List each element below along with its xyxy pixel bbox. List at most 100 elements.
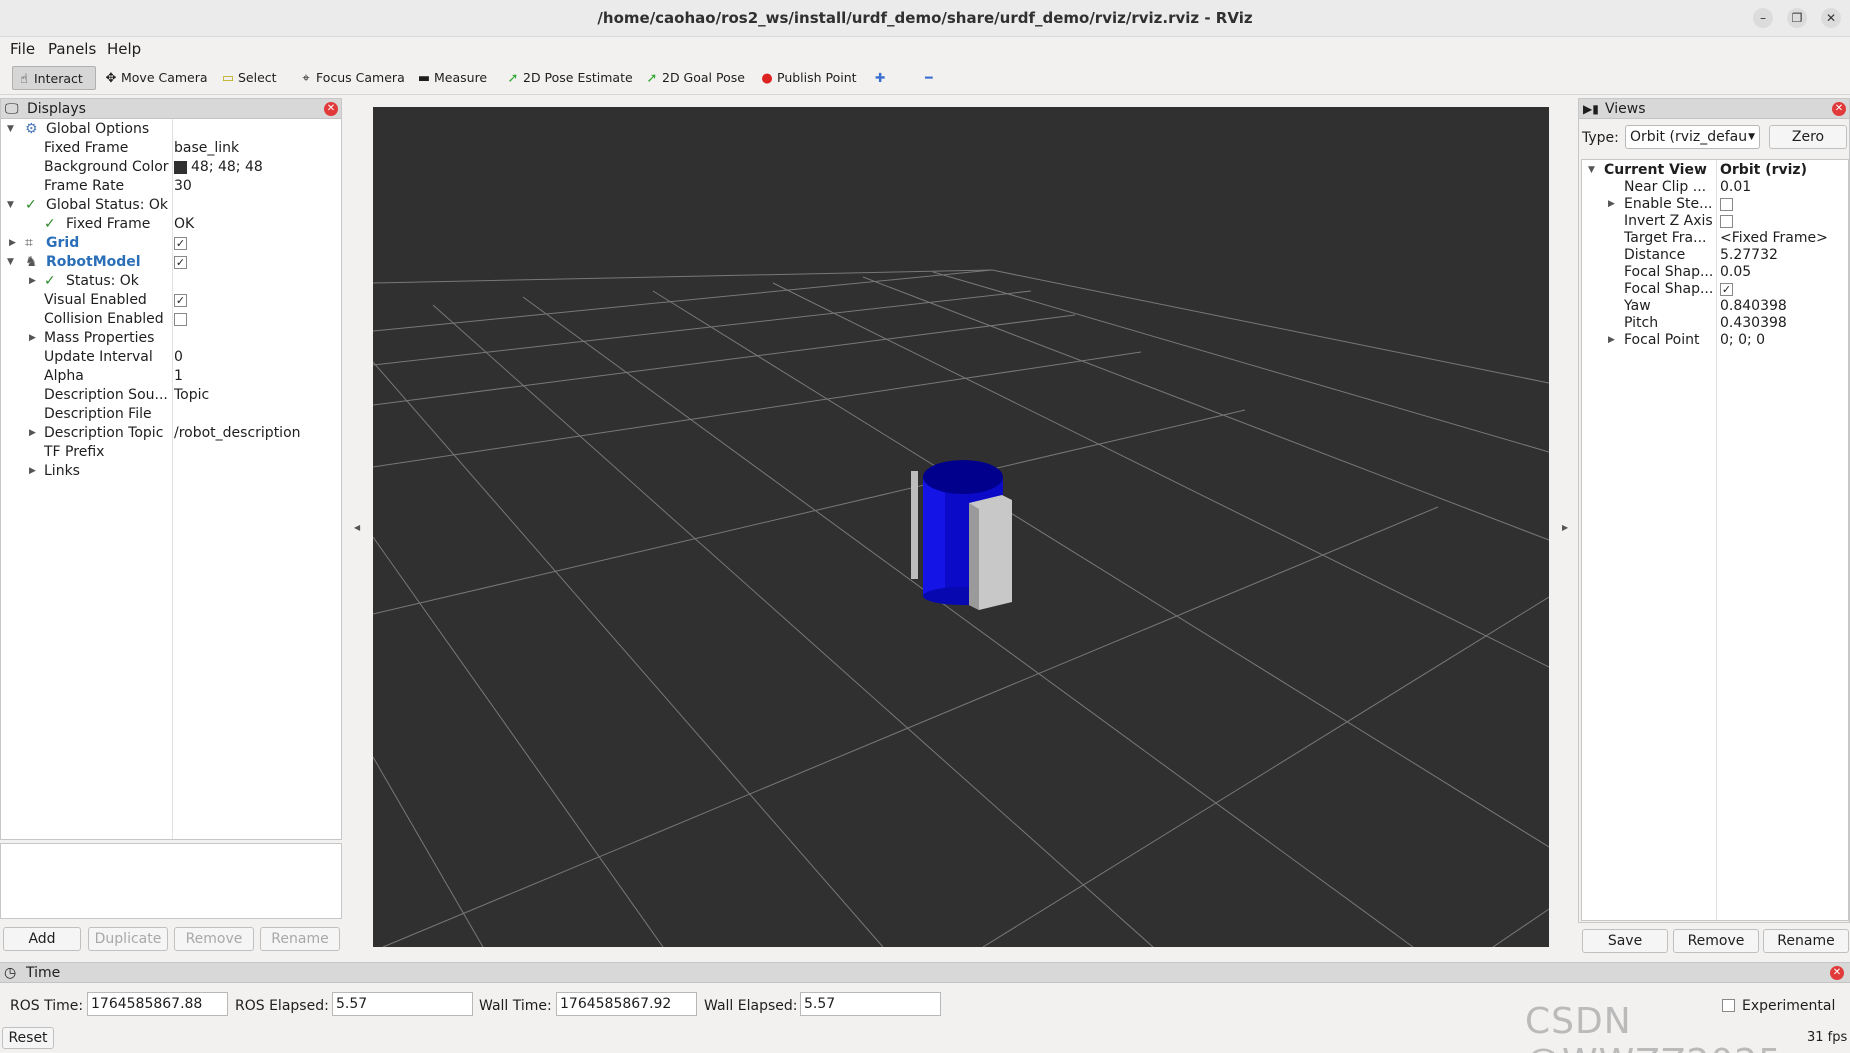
ros-time-field[interactable]: 1764585867.88 bbox=[87, 992, 228, 1016]
robot-model[interactable] bbox=[911, 460, 1012, 610]
expand-arrow-icon[interactable]: ▼ bbox=[7, 120, 14, 139]
menu-panels[interactable]: Panels bbox=[48, 40, 96, 58]
minimize-button[interactable]: – bbox=[1753, 8, 1773, 28]
chevron-down-icon: ▼ bbox=[1748, 132, 1755, 142]
ros-elapsed-field[interactable]: 5.57 bbox=[332, 992, 473, 1016]
tree-row-global-status[interactable]: ▼ ✓ Global Status: Ok bbox=[1, 196, 341, 215]
view-row-focal-shape-fixed[interactable]: Focal Shap... ✓ bbox=[1582, 281, 1848, 298]
collapse-arrow-icon[interactable]: ▶ bbox=[1608, 196, 1615, 213]
collapse-arrow-icon[interactable]: ▶ bbox=[29, 272, 36, 291]
remove-tool-button[interactable]: ━ bbox=[922, 66, 933, 90]
focus-camera-tool-button[interactable]: ⌖ Focus Camera bbox=[295, 66, 404, 90]
collapse-arrow-icon[interactable]: ▶ bbox=[29, 329, 36, 348]
clock-icon: ◷ bbox=[4, 965, 17, 981]
expand-arrow-icon[interactable]: ▼ bbox=[7, 196, 14, 215]
collapse-arrow-icon[interactable]: ▶ bbox=[29, 462, 36, 481]
view-row-focal-point[interactable]: ▶ Focal Point 0; 0; 0 bbox=[1582, 332, 1848, 349]
right-splitter-arrow-icon[interactable]: ▶ bbox=[1562, 523, 1568, 532]
menu-file[interactable]: File bbox=[10, 40, 35, 58]
invert-z-checkbox[interactable] bbox=[1720, 214, 1733, 228]
goal-pose-tool-button[interactable]: ➚ 2D Goal Pose bbox=[641, 66, 745, 90]
tree-row-fixed-frame[interactable]: Fixed Frame base_link bbox=[1, 139, 341, 158]
enable-stereo-checkbox[interactable] bbox=[1720, 197, 1733, 211]
remove-display-button[interactable]: Remove bbox=[174, 927, 254, 951]
wall-time-field[interactable]: 1764585867.92 bbox=[556, 992, 697, 1016]
toolbar: ☝ Interact ✥ Move Camera ▭ Select ⌖ Focus Ca… bbox=[0, 61, 1850, 95]
green-arrow-icon: ➚ bbox=[646, 71, 658, 86]
view-type-label: Type: bbox=[1582, 130, 1619, 146]
tree-row-visual-enabled[interactable]: Visual Enabled ✓ bbox=[1, 291, 341, 310]
close-panel-icon[interactable]: ✕ bbox=[324, 102, 338, 116]
tree-row-links[interactable]: ▶ Links bbox=[1, 462, 341, 481]
reset-button[interactable]: Reset bbox=[2, 1027, 54, 1049]
color-swatch[interactable] bbox=[174, 160, 187, 174]
tree-row-alpha[interactable]: Alpha 1 bbox=[1, 367, 341, 386]
view-row-invert-z[interactable]: Invert Z Axis bbox=[1582, 213, 1848, 230]
tree-row-background-color[interactable]: Background Color 48; 48; 48 bbox=[1, 158, 341, 177]
remove-view-button[interactable]: Remove bbox=[1673, 929, 1759, 953]
select-tool-button[interactable]: ▭ Select bbox=[217, 66, 277, 90]
tree-row-description-file[interactable]: Description File bbox=[1, 405, 341, 424]
time-title: Time bbox=[26, 965, 61, 981]
measure-tool-button[interactable]: ▬ Measure bbox=[413, 66, 487, 90]
view-type-select[interactable]: Orbit (rviz_defau ▼ bbox=[1625, 125, 1760, 149]
left-wheel[interactable] bbox=[911, 471, 918, 579]
view-row-pitch[interactable]: Pitch 0.430398 bbox=[1582, 315, 1848, 332]
save-view-button[interactable]: Save bbox=[1582, 929, 1668, 953]
rename-display-button[interactable]: Rename bbox=[260, 927, 340, 951]
menu-help[interactable]: Help bbox=[107, 40, 141, 58]
collision-enabled-checkbox[interactable] bbox=[174, 312, 187, 326]
duplicate-display-button[interactable]: Duplicate bbox=[88, 927, 168, 951]
tree-row-status-fixed-frame[interactable]: ✓ Fixed Frame OK bbox=[1, 215, 341, 234]
view-row-current-view[interactable]: ▼ Current View Orbit (rviz) bbox=[1582, 162, 1848, 179]
focal-shape-checkbox[interactable]: ✓ bbox=[1720, 282, 1733, 296]
tree-row-update-interval[interactable]: Update Interval 0 bbox=[1, 348, 341, 367]
tree-row-description-topic[interactable]: ▶ Description Topic /robot_description bbox=[1, 424, 341, 443]
add-display-button[interactable]: Add bbox=[3, 927, 81, 951]
visual-enabled-checkbox[interactable]: ✓ bbox=[174, 293, 187, 307]
menu-bar: File Panels Help bbox=[0, 37, 1850, 61]
tree-row-robot-model[interactable]: ▼ ♞ RobotModel ✓ bbox=[1, 253, 341, 272]
tree-row-mass-properties[interactable]: ▶ Mass Properties bbox=[1, 329, 341, 348]
publish-point-tool-button[interactable]: ● Publish Point bbox=[756, 66, 856, 90]
3d-scene[interactable] bbox=[373, 107, 1549, 947]
view-row-distance[interactable]: Distance 5.27732 bbox=[1582, 247, 1848, 264]
view-row-enable-stereo[interactable]: ▶ Enable Ste... bbox=[1582, 196, 1848, 213]
tree-row-collision-enabled[interactable]: Collision Enabled bbox=[1, 310, 341, 329]
grid-icon: ⌗ bbox=[25, 235, 33, 251]
view-row-focal-shape-size[interactable]: Focal Shap... 0.05 bbox=[1582, 264, 1848, 281]
view-row-target-frame[interactable]: Target Fra... <Fixed Frame> bbox=[1582, 230, 1848, 247]
left-splitter-arrow-icon[interactable]: ◀ bbox=[354, 523, 360, 532]
collapse-arrow-icon[interactable]: ▶ bbox=[1608, 332, 1615, 349]
interact-tool-button[interactable]: ☝ Interact bbox=[12, 66, 96, 90]
tree-row-description-source[interactable]: Description Sou... Topic bbox=[1, 386, 341, 405]
tree-row-status-ok[interactable]: ▶ ✓ Status: Ok bbox=[1, 272, 341, 291]
robot-base-top[interactable] bbox=[923, 460, 1003, 494]
collapse-arrow-icon[interactable]: ▶ bbox=[29, 424, 36, 443]
close-panel-icon[interactable]: ✕ bbox=[1832, 102, 1846, 116]
rename-view-button[interactable]: Rename bbox=[1763, 929, 1849, 953]
zero-view-button[interactable]: Zero bbox=[1769, 125, 1847, 149]
move-camera-tool-button[interactable]: ✥ Move Camera bbox=[100, 66, 208, 90]
pose-estimate-tool-button[interactable]: ➚ 2D Pose Estimate bbox=[502, 66, 633, 90]
tree-row-grid[interactable]: ▶ ⌗ Grid ✓ bbox=[1, 234, 341, 253]
displays-header: 🖵 Displays ✕ bbox=[1, 99, 341, 119]
expand-arrow-icon[interactable]: ▼ bbox=[7, 253, 14, 272]
view-row-near-clip[interactable]: Near Clip ... 0.01 bbox=[1582, 179, 1848, 196]
tree-row-global-options[interactable]: ▼ ⚙ Global Options bbox=[1, 120, 341, 139]
map-pin-icon: ● bbox=[761, 71, 773, 86]
add-tool-button[interactable]: ✚ bbox=[872, 66, 885, 90]
grid-enabled-checkbox[interactable]: ✓ bbox=[174, 236, 187, 250]
expand-arrow-icon[interactable]: ▼ bbox=[1588, 162, 1595, 179]
view-row-yaw[interactable]: Yaw 0.840398 bbox=[1582, 298, 1848, 315]
wall-elapsed-field[interactable]: 5.57 bbox=[800, 992, 941, 1016]
close-panel-icon[interactable]: ✕ bbox=[1830, 966, 1844, 980]
maximize-button[interactable]: ❐ bbox=[1787, 8, 1807, 28]
collapse-arrow-icon[interactable]: ▶ bbox=[9, 234, 16, 253]
tree-row-tf-prefix[interactable]: TF Prefix bbox=[1, 443, 341, 462]
tree-row-frame-rate[interactable]: Frame Rate 30 bbox=[1, 177, 341, 196]
3d-viewport[interactable] bbox=[373, 107, 1549, 947]
close-window-button[interactable]: ✕ bbox=[1821, 8, 1841, 28]
green-arrow-icon: ➚ bbox=[507, 71, 519, 86]
robot-model-enabled-checkbox[interactable]: ✓ bbox=[174, 255, 187, 269]
